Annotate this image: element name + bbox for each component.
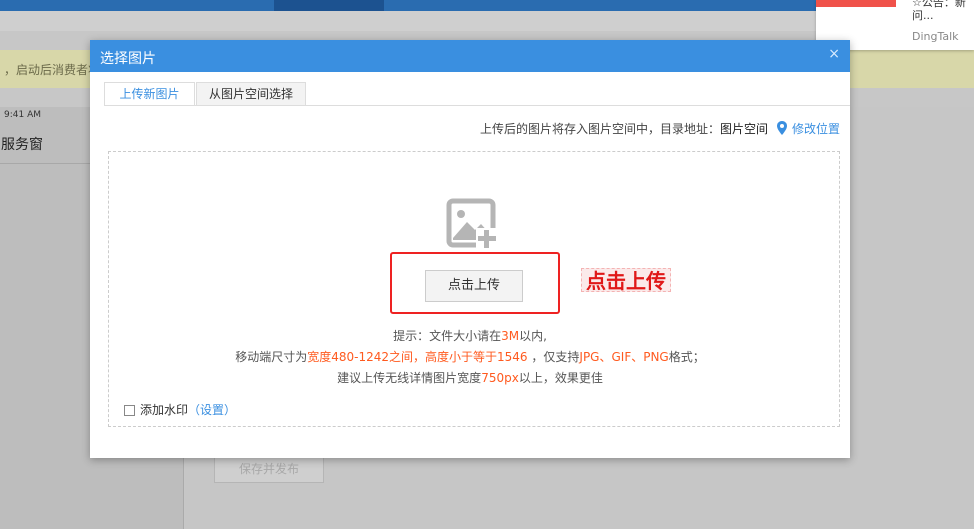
notification-source: DingTalk bbox=[912, 30, 959, 43]
watermark-label[interactable]: 添加水印 bbox=[140, 403, 188, 417]
app-top-nav-active-tab[interactable] bbox=[274, 0, 384, 11]
click-upload-button[interactable]: 点击上传 bbox=[425, 270, 523, 302]
watermark-option: 添加水印（设置） bbox=[124, 401, 236, 418]
notice-text: ，启动后消费者将 bbox=[4, 63, 101, 77]
destination-prefix: 上传后的图片将存入图片空间中，目录地址： bbox=[479, 122, 720, 136]
upload-destination-info: 上传后的图片将存入图片空间中，目录地址：图片空间 修改位置 bbox=[480, 120, 840, 137]
destination-dir: 图片空间 bbox=[719, 122, 768, 136]
tab-from-image-space[interactable]: 从图片空间选择 bbox=[196, 82, 306, 106]
hint-file-size: 提示：文件大小请在3M以内, bbox=[90, 327, 850, 344]
notification-message-line1: ☆公告：新 bbox=[912, 0, 966, 9]
watermark-paren-close: ） bbox=[224, 403, 237, 417]
hint3-text-c: 以上，效果更佳 bbox=[518, 371, 603, 385]
tab-divider bbox=[104, 105, 850, 106]
preview-title: 服务窗 bbox=[1, 137, 43, 153]
change-location-link[interactable]: 修改位置 bbox=[792, 122, 840, 136]
hint2-dimensions: 宽度480-1242之间，高度小于等于1546 bbox=[307, 350, 528, 364]
hint1-text-a: 提示：文件大小请在 bbox=[393, 329, 502, 343]
watermark-checkbox[interactable] bbox=[124, 405, 135, 416]
add-image-icon bbox=[446, 198, 498, 250]
close-icon[interactable]: × bbox=[828, 46, 840, 62]
dialog-title: 选择图片 bbox=[100, 51, 156, 67]
hint2-formats: JPG、GIF、PNG bbox=[579, 350, 669, 364]
annotation-label: 点击上传 bbox=[581, 268, 671, 293]
hint3-width: 750px bbox=[481, 371, 519, 385]
location-pin-icon bbox=[776, 121, 787, 135]
dialog-header: 选择图片 × bbox=[90, 40, 850, 72]
save-and-publish-button[interactable]: 保存并发布 bbox=[214, 455, 324, 483]
watermark-settings-link[interactable]: 设置 bbox=[200, 403, 224, 417]
hint1-size: 3M bbox=[501, 329, 520, 343]
hint-dimensions: 移动端尺寸为宽度480-1242之间，高度小于等于1546 ，仅支持JPG、GI… bbox=[90, 348, 850, 365]
tab-upload-new[interactable]: 上传新图片 bbox=[104, 82, 195, 106]
preview-time: 9:41 AM bbox=[4, 110, 41, 120]
hint2-text-e: 格式； bbox=[668, 350, 705, 364]
hint2-text-c: ，仅支持 bbox=[527, 350, 580, 364]
hint-width-recommendation: 建议上传无线详情图片宽度750px以上，效果更佳 bbox=[90, 369, 850, 386]
watermark-paren-open: （ bbox=[188, 403, 201, 417]
hint1-text-c: 以内, bbox=[519, 329, 547, 343]
notification-message: ☆公告：新 问... bbox=[912, 0, 974, 22]
hint3-text-a: 建议上传无线详情图片宽度 bbox=[337, 371, 482, 385]
notification-accent-bar bbox=[816, 0, 896, 7]
hint2-text-a: 移动端尺寸为 bbox=[235, 350, 308, 364]
select-image-dialog: 选择图片 × 上传新图片 从图片空间选择 上传后的图片将存入图片空间中，目录地址… bbox=[90, 40, 850, 458]
notification-message-line2: 问... bbox=[912, 9, 934, 22]
